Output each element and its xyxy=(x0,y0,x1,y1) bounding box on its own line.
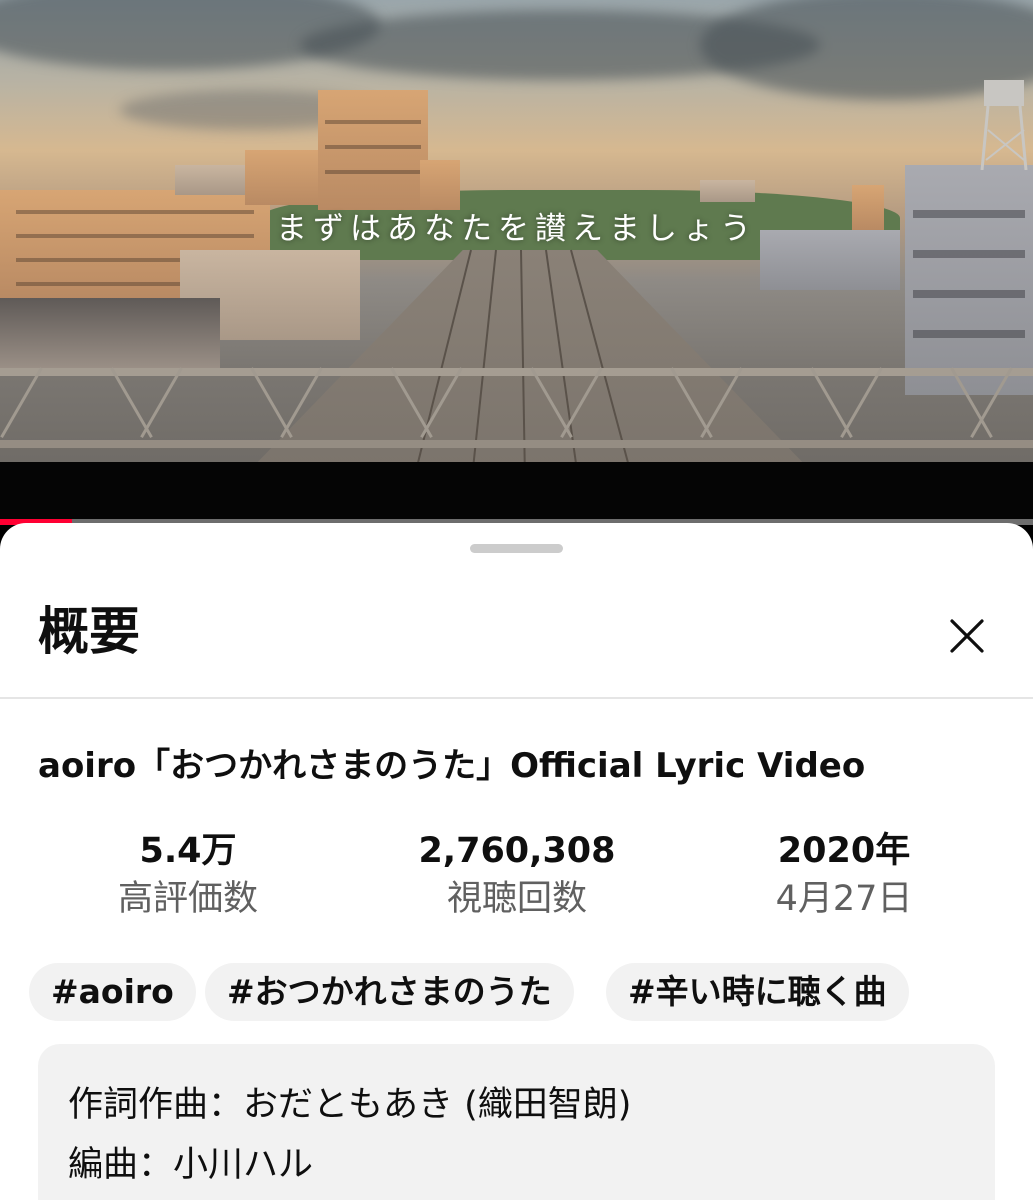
stat-likes: 5.4万 高評価数 xyxy=(38,828,338,924)
sheet-title: 概要 xyxy=(38,603,141,662)
lyric-caption: まずはあなたを讃えましょう xyxy=(276,211,757,247)
building xyxy=(700,180,755,202)
stat-date: 2020年 4月27日 xyxy=(694,828,994,924)
stat-label: 高評価数 xyxy=(117,879,258,919)
hashtag-chip[interactable]: #辛い時に聴く曲 xyxy=(606,963,909,1021)
stat-label: 視聴回数 xyxy=(446,879,587,919)
building xyxy=(175,165,245,195)
stat-label: 4月27日 xyxy=(775,879,913,919)
drag-handle[interactable] xyxy=(470,544,563,553)
bridge-truss xyxy=(0,440,1033,448)
building xyxy=(245,150,325,205)
divider xyxy=(0,697,1033,699)
water-tower xyxy=(980,80,1028,170)
description-sheet: 概要 aoiro「おつかれさまのうた」Official Lyric Video … xyxy=(0,523,1033,1200)
stat-value: 5.4万 xyxy=(139,831,237,871)
description-box[interactable]: 作詞作曲：おだともあき (織田智朗) 編曲：小川ハル xyxy=(38,1044,995,1200)
building xyxy=(318,90,428,210)
video-title: aoiro「おつかれさまのうた」Official Lyric Video xyxy=(38,746,866,786)
building xyxy=(0,298,220,368)
stat-value: 2,760,308 xyxy=(418,831,616,871)
stat-views: 2,760,308 視聴回数 xyxy=(367,828,667,924)
video-letterbox xyxy=(0,462,1033,520)
video-player[interactable]: まずはあなたを讃えましょう xyxy=(0,0,1033,470)
close-icon xyxy=(950,619,984,653)
description-line: 作詞作曲：おだともあき (織田智朗) xyxy=(68,1085,632,1125)
building xyxy=(905,165,1033,395)
hashtag-chip[interactable]: #aoiro xyxy=(29,963,196,1021)
stat-value: 2020年 xyxy=(777,831,911,871)
close-button[interactable] xyxy=(938,607,996,665)
description-line: 編曲：小川ハル xyxy=(68,1145,314,1185)
hashtag-chip[interactable]: #おつかれさまのうた xyxy=(205,963,574,1021)
